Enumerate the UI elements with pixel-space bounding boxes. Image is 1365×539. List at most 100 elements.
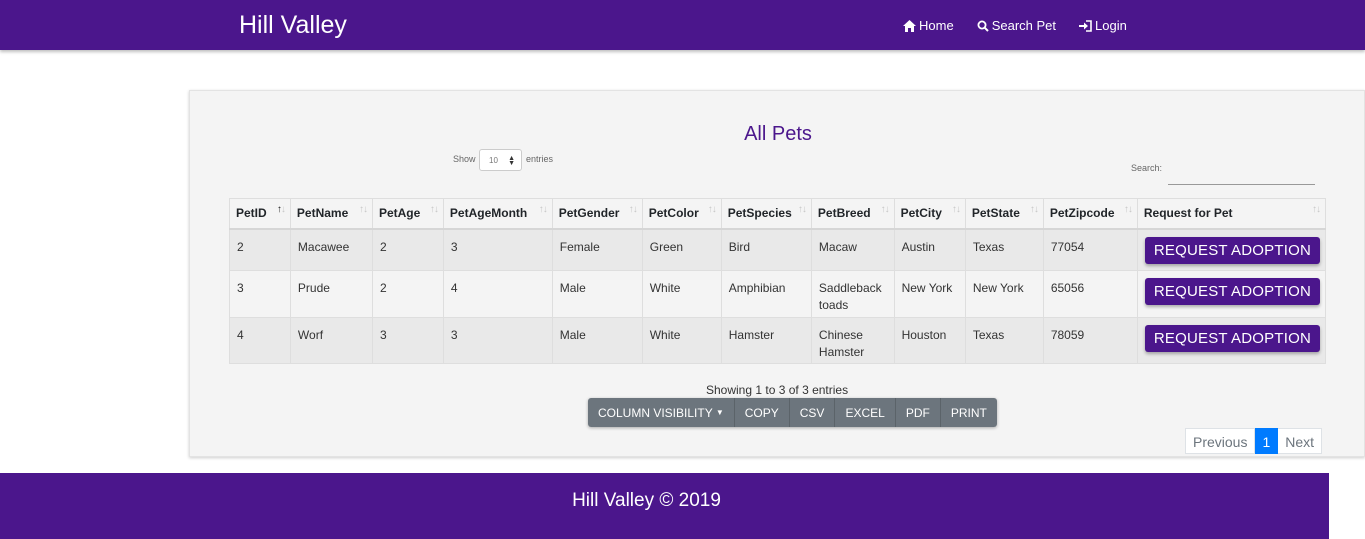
request-adoption-button[interactable]: REQUEST ADOPTION <box>1144 325 1320 352</box>
column-header-petagemonth[interactable]: PetAgeMonth ↑↓ <box>442 198 553 230</box>
cell-petzipcode: 77054 <box>1042 228 1138 271</box>
csv-button[interactable]: CSV <box>789 398 836 427</box>
cell-petstate: Texas <box>964 317 1044 364</box>
sort-icon: ↑↓ <box>628 204 638 215</box>
cell-petstate: Texas <box>964 228 1044 271</box>
cell-petagemonth: 4 <box>442 270 553 318</box>
column-header-petcolor[interactable]: PetColor ↑↓ <box>641 198 722 230</box>
sort-icon: ↑↓ <box>358 204 368 215</box>
table-header-row: PetID ↑↓ PetName ↑↓ PetAge ↑↓ PetAgeMonth ↑↓… <box>229 198 1327 230</box>
cell-petcity: Austin <box>893 228 966 271</box>
cell-petspecies: Hamster <box>720 317 812 364</box>
entries-label: entries <box>526 154 554 164</box>
nav-link-home[interactable]: Home <box>903 18 954 33</box>
sort-icon: ↑↓ <box>1123 204 1133 215</box>
search-label: Search: <box>1131 163 1163 173</box>
export-button-group: COLUMN VISIBILITY ▼ COPY CSV EXCEL PDF P… <box>588 398 997 427</box>
cell-petcity: New York <box>893 270 966 318</box>
cell-petgender: Male <box>551 317 643 364</box>
login-icon <box>1079 19 1092 32</box>
cell-petage: 3 <box>371 317 444 364</box>
sort-icon: ↑↓ <box>1312 204 1321 215</box>
excel-button[interactable]: EXCEL <box>835 398 896 427</box>
footer-copyright: Hill Valley © 2019 <box>572 490 721 511</box>
cell-petspecies: Bird <box>720 228 812 271</box>
column-header-petid[interactable]: PetID ↑↓ <box>229 198 291 230</box>
cell-petbreed: Chinese Hamster <box>810 317 895 364</box>
sort-icon: ↑↓ <box>429 204 439 215</box>
cell-petcolor: White <box>641 270 722 318</box>
nav-link-label: Home <box>919 18 954 33</box>
nav-link-login[interactable]: Login <box>1079 18 1127 33</box>
cell-petzipcode: 65056 <box>1042 270 1138 318</box>
column-header-petname[interactable]: PetName ↑↓ <box>289 198 373 230</box>
column-header-label: PetCity <box>900 206 942 220</box>
column-header-label: PetGender <box>558 206 620 220</box>
cell-petcolor: White <box>641 317 722 364</box>
column-visibility-button[interactable]: COLUMN VISIBILITY ▼ <box>588 398 735 427</box>
cell-request: REQUEST ADOPTION <box>1136 228 1327 271</box>
sort-asc-icon: ↑↓ <box>276 204 286 215</box>
nav-link-search-pet[interactable]: Search Pet <box>977 18 1056 33</box>
brand-title[interactable]: Hill Valley <box>239 11 347 40</box>
sort-icon: ↑↓ <box>538 204 548 215</box>
search-icon <box>977 20 989 32</box>
column-header-label: PetName <box>296 206 349 220</box>
pagination-next[interactable]: Next <box>1278 428 1323 454</box>
entries-length-value: 10 <box>489 156 498 165</box>
column-header-label: PetState <box>971 206 1020 220</box>
cell-petage: 2 <box>371 228 444 271</box>
cell-petspecies: Amphibian <box>720 270 812 318</box>
column-header-label: PetColor <box>648 206 699 220</box>
cell-petid: 4 <box>229 317 291 364</box>
column-header-label: PetID <box>236 206 267 220</box>
request-adoption-button[interactable]: REQUEST ADOPTION <box>1144 278 1320 305</box>
column-header-label: Request for Pet <box>1143 206 1233 220</box>
column-header-label: PetZipcode <box>1049 206 1115 220</box>
entries-length-select[interactable]: 10 ▲ ▼ <box>479 149 522 171</box>
cell-petname: Macawee <box>289 228 373 271</box>
navbar: Hill Valley Home Search Pet Login <box>0 0 1365 50</box>
column-header-petcity[interactable]: PetCity ↑↓ <box>893 198 966 230</box>
table-info: Showing 1 to 3 of 3 entries <box>706 383 849 397</box>
sort-icon: ↑↓ <box>797 204 807 215</box>
column-header-petstate[interactable]: PetState ↑↓ <box>964 198 1044 230</box>
nav-links: Home Search Pet Login <box>903 18 1150 33</box>
cell-petage: 2 <box>371 270 444 318</box>
column-header-label: PetBreed <box>817 206 871 220</box>
home-icon <box>903 19 916 32</box>
search-input[interactable] <box>1168 160 1315 185</box>
cell-petbreed: Saddleback toads <box>810 270 895 318</box>
nav-link-label: Search Pet <box>991 18 1057 33</box>
pagination-page-1[interactable]: 1 <box>1255 428 1279 454</box>
caret-down-icon: ▼ <box>715 408 724 417</box>
pdf-button[interactable]: PDF <box>895 398 941 427</box>
column-header-petbreed[interactable]: PetBreed ↑↓ <box>810 198 895 230</box>
cell-petstate: New York <box>964 270 1044 318</box>
cell-petagemonth: 3 <box>442 317 553 364</box>
cell-petagemonth: 3 <box>442 228 553 271</box>
cell-petid: 2 <box>229 228 291 271</box>
column-header-label: PetAge <box>378 206 421 220</box>
button-label: COLUMN VISIBILITY <box>598 406 713 420</box>
pagination: Previous 1 Next <box>1185 428 1323 454</box>
sort-icon: ↑↓ <box>1029 204 1039 215</box>
cell-petgender: Male <box>551 270 643 318</box>
copy-button[interactable]: COPY <box>734 398 790 427</box>
column-header-petspecies[interactable]: PetSpecies ↑↓ <box>720 198 812 230</box>
cell-request: REQUEST ADOPTION <box>1136 317 1327 364</box>
cell-petcity: Houston <box>893 317 966 364</box>
column-header-label: PetAgeMonth <box>449 206 528 220</box>
column-header-request[interactable]: Request for Pet ↑↓ <box>1136 198 1327 230</box>
column-header-petgender[interactable]: PetGender ↑↓ <box>551 198 643 230</box>
print-button[interactable]: PRINT <box>940 398 997 427</box>
pagination-previous[interactable]: Previous <box>1185 428 1256 454</box>
column-header-petage[interactable]: PetAge ↑↓ <box>371 198 444 230</box>
sort-icon: ↑↓ <box>951 204 961 215</box>
request-adoption-button[interactable]: REQUEST ADOPTION <box>1144 236 1320 264</box>
nav-link-label: Login <box>1095 18 1127 33</box>
sort-updown-icon: ▲ ▼ <box>508 155 515 167</box>
table-row: 2 Macawee 2 3 Female Green Bird Macaw Au… <box>229 228 1327 271</box>
column-header-petzipcode[interactable]: PetZipcode ↑↓ <box>1042 198 1138 230</box>
column-header-label: PetSpecies <box>727 206 792 220</box>
